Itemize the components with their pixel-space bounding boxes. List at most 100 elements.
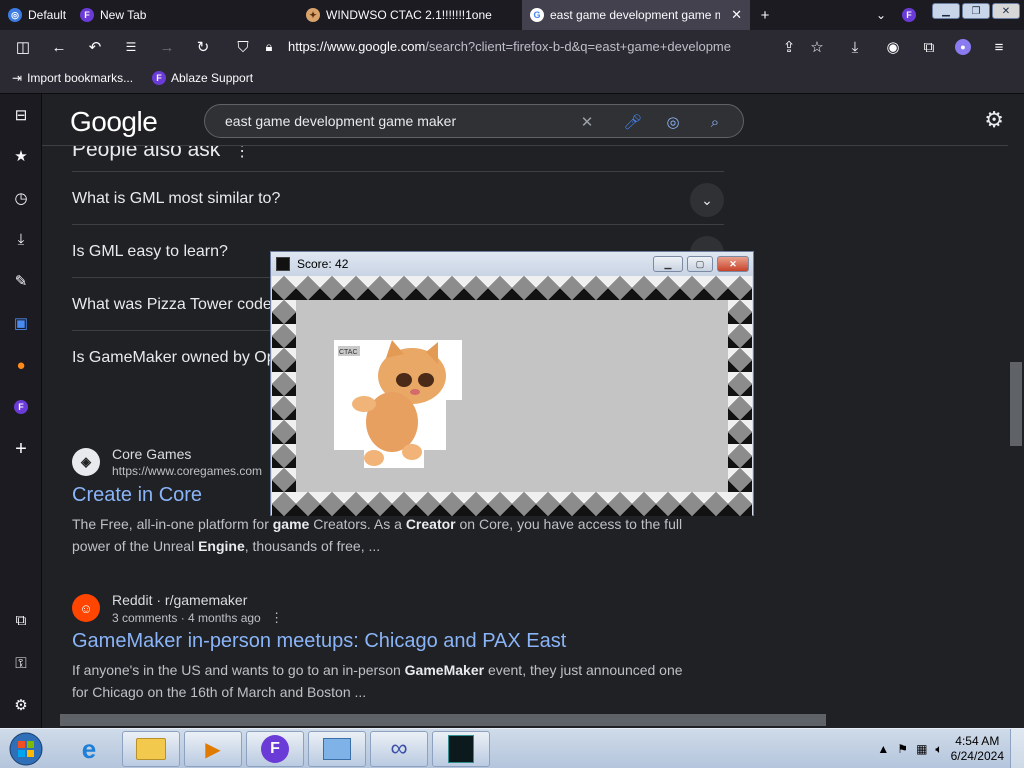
maximize-button[interactable]: ▢ xyxy=(687,256,713,272)
url-path: /search?client=firefox-b-d&q=east+game+d… xyxy=(425,39,731,54)
add-panel-icon[interactable]: + xyxy=(10,438,32,460)
clock-icon[interactable]: ◷ xyxy=(10,187,32,209)
paa-question[interactable]: What is GML most similar to? ⌄ xyxy=(72,171,724,224)
lens-icon[interactable]: ◎ xyxy=(663,112,683,132)
horizontal-scrollbar[interactable] xyxy=(42,712,1008,728)
taskbar-game-window[interactable] xyxy=(432,731,490,767)
profile-avatar-icon[interactable]: ● xyxy=(952,36,974,58)
bookmark-import[interactable]: ⇥ Import bookmarks... xyxy=(12,71,133,85)
tab-list-chevron-icon[interactable]: ⌄ xyxy=(870,4,892,26)
taskbar-internet-explorer[interactable]: e xyxy=(60,731,118,767)
briefcase-icon[interactable]: ⊟ xyxy=(10,104,32,126)
taskbar-media-player[interactable]: ▶ xyxy=(184,731,242,767)
result-title-link[interactable]: GameMaker in-person meetups: Chicago and… xyxy=(72,630,692,653)
taskbar-control-panel[interactable] xyxy=(308,731,366,767)
bookmark-label: Import bookmarks... xyxy=(27,71,134,85)
score-title: Score: 42 xyxy=(297,257,349,271)
menu-hamburger-icon[interactable]: ≡ xyxy=(988,36,1010,58)
lock-icon[interactable]: 🔒︎ xyxy=(258,36,280,58)
tab-google-search[interactable]: G east game development game m ✕ xyxy=(522,0,750,30)
scrollbar-thumb[interactable] xyxy=(60,714,826,726)
result-snippet: The Free, all-in-one platform for game C… xyxy=(72,516,683,554)
volume-muted-icon[interactable]: 🔈︎ xyxy=(935,742,942,757)
network-icon[interactable]: ▦ xyxy=(916,742,927,756)
maximize-button[interactable]: ❐ xyxy=(962,3,990,19)
tab-bar: ◎ Default F New Tab ✦ WINDWSO CTAC 2.1!!… xyxy=(0,0,1024,30)
floorp-icon[interactable]: F xyxy=(898,4,920,26)
question-text: Is GML easy to learn? xyxy=(72,243,228,260)
more-options-icon[interactable]: ⋮ xyxy=(270,610,283,625)
microphone-icon[interactable]: 🎤︎ xyxy=(623,112,643,132)
floorp-icon: F xyxy=(152,71,166,85)
taskbar-file-explorer[interactable] xyxy=(122,731,180,767)
minimize-button[interactable]: ▁ xyxy=(932,3,960,19)
google-header: Google east game development game maker … xyxy=(42,94,1008,146)
taskbar-infinity-app[interactable]: ∞ xyxy=(370,731,428,767)
floorp-icon[interactable]: F xyxy=(10,396,32,418)
star-icon[interactable]: ★ xyxy=(10,145,32,167)
search-input[interactable]: east game development game maker ✕ 🎤︎ ◎ … xyxy=(204,104,744,138)
close-window-button[interactable]: ✕ xyxy=(992,3,1020,19)
show-hidden-icons-icon[interactable]: ▲ xyxy=(877,742,889,756)
site-meta: 3 comments · 4 months ago ⋮ xyxy=(112,610,284,625)
floorp-icon: F xyxy=(261,735,289,763)
tab-label: east game development game m xyxy=(550,8,720,22)
minimize-button[interactable]: ▁ xyxy=(653,256,683,272)
tab-label: New Tab xyxy=(100,8,147,22)
bookmark-ablaze-support[interactable]: F Ablaze Support xyxy=(152,71,253,85)
tab-ctac[interactable]: ✦ WINDWSO CTAC 2.1!!!!!!!1one xyxy=(298,0,522,30)
download-icon[interactable]: ⤓ xyxy=(10,228,32,250)
bookmark-star-icon[interactable]: ☆ xyxy=(806,36,828,58)
clock[interactable]: 4:54 AM 6/24/2024 xyxy=(951,734,1004,764)
infinity-icon: ∞ xyxy=(390,735,408,762)
back-arrow-icon[interactable]: ← xyxy=(48,36,70,58)
clear-icon[interactable]: ✕ xyxy=(577,112,597,132)
result-source[interactable]: ☺ Reddit · r/gamemaker 3 comments · 4 mo… xyxy=(72,592,692,628)
shield-icon[interactable]: ⛉ xyxy=(232,36,254,58)
tab-new-tab[interactable]: F New Tab xyxy=(72,0,298,30)
extensions-icon[interactable]: ⧉ xyxy=(10,609,32,631)
taskbar-floorp[interactable]: F xyxy=(246,731,304,767)
search-result: ☺ Reddit · r/gamemaker 3 comments · 4 mo… xyxy=(72,592,692,703)
site-name: Reddit · r/gamemaker xyxy=(112,592,248,608)
google-logo[interactable]: Google xyxy=(70,106,158,138)
close-icon[interactable]: ✕ xyxy=(731,7,742,23)
game-app-icon xyxy=(448,735,474,763)
game-window[interactable]: Score: 42 ▁ ▢ ✕ CTAC xyxy=(270,251,754,516)
search-icon[interactable]: ⌕ xyxy=(705,112,725,132)
close-button[interactable]: ✕ xyxy=(717,256,749,272)
reddit-icon: ☺ xyxy=(72,594,100,622)
cat-player-sprite[interactable]: CTAC xyxy=(334,340,462,468)
forward-arrow-icon[interactable]: → xyxy=(156,36,178,58)
url-bar[interactable]: https://www.google.com/search?client=fir… xyxy=(288,35,770,59)
sidebar-toggle-icon[interactable]: ◫ xyxy=(12,36,34,58)
game-titlebar[interactable]: Score: 42 ▁ ▢ ✕ xyxy=(271,252,753,276)
show-desktop-button[interactable] xyxy=(1010,729,1024,768)
bookmarks-toolbar: ⇥ Import bookmarks... F Ablaze Support xyxy=(0,64,1024,94)
vertical-scrollbar[interactable] xyxy=(1008,94,1024,712)
flag-icon[interactable]: ⚑ xyxy=(897,742,908,756)
history-list-icon[interactable]: ☰ xyxy=(120,36,142,58)
pencil-icon[interactable]: ✎ xyxy=(10,270,32,292)
extensions-icon[interactable]: ⧉ xyxy=(918,36,940,58)
gear-icon[interactable]: ⚙ xyxy=(10,694,32,716)
spike-border-right xyxy=(728,300,752,492)
internet-explorer-icon: e xyxy=(81,733,97,764)
game-arena[interactable]: CTAC xyxy=(272,276,752,516)
key-icon[interactable]: ⚿ xyxy=(10,652,32,674)
translate-icon[interactable]: ▣ xyxy=(10,312,32,334)
gear-icon[interactable]: ⚙ xyxy=(984,107,1004,133)
firefox-icon[interactable]: ● xyxy=(10,354,32,376)
clock-date: 6/24/2024 xyxy=(950,749,1004,763)
account-icon[interactable]: ◉ xyxy=(882,36,904,58)
downloads-icon[interactable]: ⤓ xyxy=(844,36,866,58)
scrollbar-thumb[interactable] xyxy=(1010,362,1022,446)
reload-icon[interactable]: ↻ xyxy=(192,36,214,58)
chevron-down-icon[interactable]: ⌄ xyxy=(690,183,724,217)
share-icon[interactable]: ⇪ xyxy=(778,36,800,58)
tab-default[interactable]: ◎ Default xyxy=(0,0,72,30)
new-tab-plus-icon[interactable]: + xyxy=(754,4,776,26)
undo-close-icon[interactable]: ↶ xyxy=(84,36,106,58)
globe-icon: ◎ xyxy=(8,8,22,22)
start-button[interactable] xyxy=(4,730,48,768)
